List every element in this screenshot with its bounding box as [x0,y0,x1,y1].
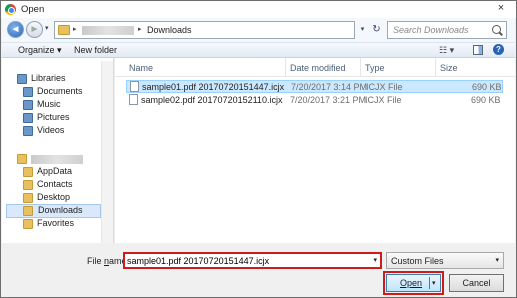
user-folder-icon [17,154,27,164]
recent-locations-dropdown-icon[interactable]: ▾ [45,24,49,32]
sidebar-item-documents[interactable]: Documents [23,86,97,99]
file-type-value: Custom Files [391,256,444,266]
forward-button[interactable]: ► [26,21,43,38]
split-divider [429,277,430,289]
column-header-name[interactable]: Name [129,63,153,73]
close-button[interactable]: × [492,1,510,15]
back-button[interactable]: ◄ [7,21,24,38]
open-dialog: Open × ◄ ► ▾ ▸ ▸ Downloads ▾ ↻ Search Do… [0,0,517,298]
column-headers: Name Date modified Type Size [115,58,515,77]
title-bar: Open × [1,1,516,18]
file-icon [129,94,138,105]
refresh-icon[interactable]: ↻ [369,21,384,39]
file-name-input[interactable] [127,256,362,266]
open-button-label: Open [400,278,423,288]
sidebar-item-appdata[interactable]: AppData [23,166,97,179]
organize-button[interactable]: Organize ▾ [18,45,62,56]
desktop-icon [23,193,33,203]
open-button[interactable]: Open ▾ [386,274,441,292]
column-divider[interactable] [285,58,286,77]
favorites-icon [23,219,33,229]
file-name-dropdown-icon[interactable]: ▾ [373,256,377,264]
videos-icon [23,126,33,136]
new-folder-button[interactable]: New folder [74,45,117,55]
breadcrumb-separator-icon[interactable]: ▸ [73,25,77,33]
sidebar-item-label: Downloads [38,205,83,215]
file-date: 7/20/2017 3:21 PM [290,95,367,105]
file-size: 690 KB [471,95,501,105]
file-date: 7/20/2017 3:14 PM [291,82,368,92]
column-divider[interactable] [360,58,361,77]
sidebar-item-videos[interactable]: Videos [23,125,97,138]
file-type: ICJX File [365,95,402,105]
redacted-user-breadcrumb[interactable] [82,26,134,35]
column-header-type[interactable]: Type [365,63,385,73]
navigation-bar: ◄ ► ▾ ▸ ▸ Downloads ▾ ↻ Search Downloads [2,18,515,42]
file-list: Name Date modified Type Size sample01.pd… [115,58,515,243]
sidebar-item-label: Libraries [31,73,66,83]
file-name-label-prefix: File [87,256,105,266]
music-icon [23,100,33,110]
column-header-date-modified[interactable]: Date modified [290,63,346,73]
sidebar-item-label: Favorites [37,218,75,228]
file-icon [130,81,139,92]
file-type-select[interactable]: Custom Files ▾ [386,252,504,269]
open-options-dropdown-icon[interactable]: ▾ [432,279,436,287]
navigation-pane: Libraries Documents Music Pictures Video… [2,58,114,243]
file-size: 690 KB [472,82,502,92]
preview-pane-icon[interactable] [473,45,483,55]
chevron-down-icon: ▾ [495,257,499,264]
sidebar-item-label: Documents [37,86,83,96]
folder-icon [23,167,33,177]
change-view-icon[interactable]: ☷ ▾ [439,45,454,56]
sidebar-item-label: Desktop [37,192,71,202]
dialog-footer: File name: ▾ Custom Files ▾ Open ▾ Cance… [2,243,515,297]
sidebar-item-user[interactable] [17,153,97,166]
breadcrumb-separator-icon[interactable]: ▸ [138,25,142,33]
sidebar-item-label: Videos [37,125,65,135]
sidebar-item-contacts[interactable]: Contacts [23,179,97,192]
search-icon [492,25,501,34]
file-row[interactable]: sample02.pdf 20170720152110.icjx 7/20/20… [126,94,503,107]
cancel-button[interactable]: Cancel [449,274,504,292]
window-title: Open [21,4,45,15]
help-icon[interactable]: ? [493,44,504,55]
sidebar-item-favorites[interactable]: Favorites [23,218,97,231]
sidebar-item-pictures[interactable]: Pictures [23,112,97,125]
file-row-selected[interactable]: sample01.pdf 20170720151447.icjx 7/20/20… [126,80,503,93]
file-name: sample01.pdf 20170720151447.icjx [142,82,285,92]
sidebar-item-label: Pictures [37,112,70,122]
sidebar-item-label: Music [37,99,61,109]
file-name-combobox[interactable]: ▾ [123,252,382,269]
pictures-icon [23,113,33,123]
sidebar-item-label: Contacts [37,179,73,189]
sidebar-item-downloads[interactable]: Downloads [6,204,101,218]
documents-icon [23,87,33,97]
column-divider[interactable] [435,58,436,77]
command-toolbar: Organize ▾ New folder ☷ ▾ ? [2,42,515,58]
folder-icon [58,25,70,35]
sidebar-item-label: AppData [37,166,73,176]
file-type: ICJX File [366,82,403,92]
sidebar-item-music[interactable]: Music [23,99,97,112]
address-bar[interactable]: ▸ ▸ Downloads [54,21,355,39]
sidebar-item-libraries[interactable]: Libraries [17,73,97,86]
downloads-icon [23,206,33,216]
search-input[interactable]: Search Downloads [387,21,507,39]
breadcrumb-downloads[interactable]: Downloads [147,25,192,35]
redacted-user-name [31,155,83,164]
address-dropdown-icon[interactable]: ▾ [357,21,368,39]
file-name: sample02.pdf 20170720152110.icjx [141,95,283,105]
chrome-icon [5,4,16,15]
column-header-size[interactable]: Size [440,63,458,73]
contacts-icon [23,180,33,190]
sidebar-scrollbar[interactable] [101,61,113,243]
libraries-icon [17,74,27,84]
search-placeholder: Search Downloads [393,25,469,35]
